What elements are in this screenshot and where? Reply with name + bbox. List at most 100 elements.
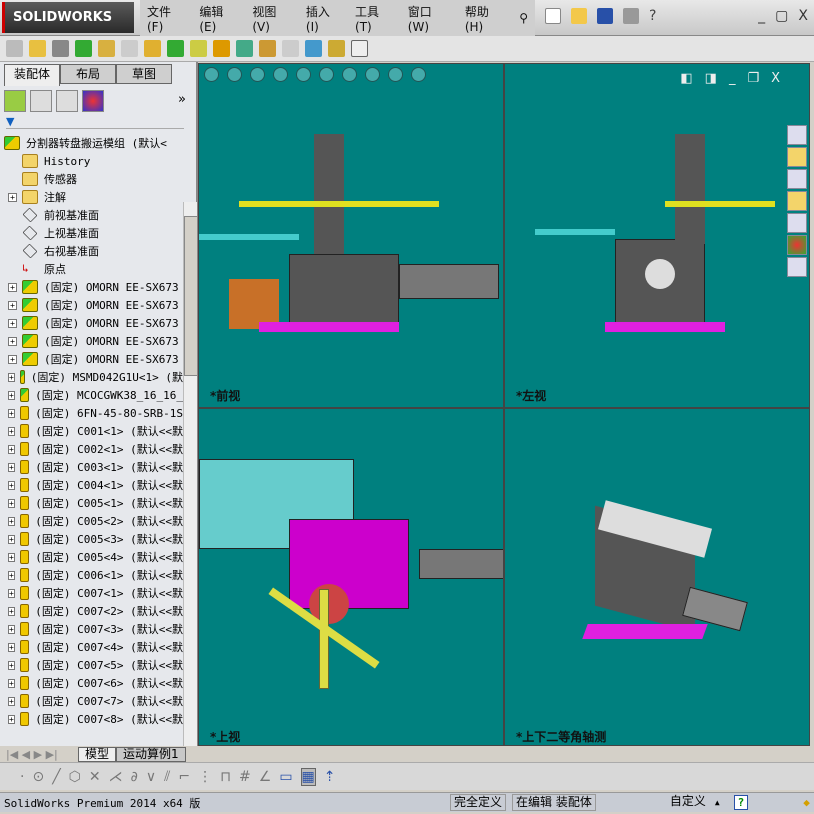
file-explorer-icon[interactable]: [787, 191, 807, 211]
home-icon[interactable]: [787, 147, 807, 167]
appearances-icon[interactable]: [787, 235, 807, 255]
trim-icon[interactable]: ✕: [89, 769, 101, 785]
configuration-manager-icon[interactable]: [56, 90, 78, 112]
help-icon[interactable]: ?: [733, 795, 749, 810]
tree-item[interactable]: + (固定) C004<1> (默认<<默: [0, 476, 183, 494]
view-palette-icon[interactable]: [787, 213, 807, 233]
previous-viewport-button[interactable]: ◧: [680, 71, 692, 86]
exploded-view-icon[interactable]: [259, 40, 276, 57]
expand-icon[interactable]: +: [8, 624, 15, 634]
show-hidden-icon[interactable]: [144, 40, 161, 57]
tree-item[interactable]: + (固定) C005<2> (默认<<默: [0, 512, 183, 530]
chamfer-icon[interactable]: ∨: [146, 769, 156, 785]
expand-icon[interactable]: +: [8, 588, 15, 598]
expand-icon[interactable]: +: [8, 660, 15, 670]
tree-item[interactable]: 分割器转盘搬运模组 (默认<: [0, 134, 183, 152]
tag-icon[interactable]: ◆: [803, 796, 810, 809]
next-viewport-button[interactable]: ◨: [705, 71, 717, 86]
new-document-icon[interactable]: [545, 8, 561, 24]
expand-icon[interactable]: +: [8, 390, 15, 400]
print-icon[interactable]: [623, 8, 639, 24]
expand-icon[interactable]: +: [8, 426, 15, 436]
tree-item[interactable]: 上视基准面: [0, 224, 183, 242]
smart-fasteners-icon[interactable]: [98, 40, 115, 57]
fillet-icon[interactable]: ∂: [131, 769, 138, 785]
restore-button[interactable]: ▢: [775, 8, 788, 24]
tree-item[interactable]: + (固定) MSMD042G1U<1> (默: [0, 368, 183, 386]
expand-icon[interactable]: +: [8, 498, 15, 508]
table-icon[interactable]: ▦: [300, 767, 316, 786]
tree-item[interactable]: + (固定) C005<3> (默认<<默: [0, 530, 183, 548]
tree-item[interactable]: + (固定) C007<3> (默认<<默: [0, 620, 183, 638]
save-icon[interactable]: [597, 8, 613, 24]
graphics-area[interactable]: ◧ ◨ _ ❐ X *前视 *左视 *上视 *上下二等角轴测: [198, 63, 810, 746]
window-icon[interactable]: ▭: [279, 769, 292, 785]
tree-item[interactable]: + (固定) C007<5> (默认<<默: [0, 656, 183, 674]
tree-item[interactable]: + (固定) OMORN EE-SX673: [0, 296, 183, 314]
zoom-to-fit-icon[interactable]: [204, 67, 219, 82]
unit-system-arrow[interactable]: ▲: [715, 798, 720, 807]
tab-model[interactable]: 模型: [78, 746, 117, 762]
tree-item[interactable]: + (固定) C002<1> (默认<<默: [0, 440, 183, 458]
dotted-line-icon[interactable]: ⋮: [198, 769, 212, 785]
tab-motion-study-1[interactable]: 运动算例1: [116, 746, 186, 762]
tree-item[interactable]: + (固定) MCOCGWK38_16_16_: [0, 386, 183, 404]
tab-sketch[interactable]: 草图: [116, 64, 172, 84]
expand-icon[interactable]: +: [8, 714, 15, 724]
tree-item[interactable]: 右视基准面: [0, 242, 183, 260]
filter-icon[interactable]: ▼: [6, 115, 184, 129]
expand-icon[interactable]: +: [8, 354, 17, 364]
expand-icon[interactable]: +: [8, 696, 15, 706]
solidworks-logo[interactable]: SOLIDWORKS: [2, 2, 134, 33]
previous-view-icon[interactable]: [250, 67, 265, 82]
menu-help[interactable]: 帮助(H): [458, 3, 512, 34]
menu-tools[interactable]: 工具(T): [348, 3, 401, 34]
apply-scene-icon[interactable]: [388, 67, 403, 82]
tree-item[interactable]: + (固定) C005<4> (默认<<默: [0, 548, 183, 566]
linear-pattern-icon[interactable]: [75, 40, 92, 57]
menu-view[interactable]: 视图(V): [245, 3, 299, 34]
tab-scroll-arrows[interactable]: |◀ ◀ ▶ ▶|: [0, 748, 78, 761]
circle-icon[interactable]: ⊙: [32, 769, 44, 785]
insert-component-icon[interactable]: [29, 40, 46, 57]
more-tabs-button[interactable]: »: [178, 92, 186, 107]
edit-appearance-icon[interactable]: [365, 67, 380, 82]
view-orientation-icon[interactable]: [296, 67, 311, 82]
minimize-viewport-button[interactable]: _: [729, 71, 736, 86]
move-component-icon[interactable]: [121, 40, 138, 57]
custom-properties-icon[interactable]: [787, 257, 807, 277]
line-icon[interactable]: ╱: [52, 769, 60, 785]
unit-system[interactable]: 自定义: [604, 794, 709, 811]
tree-item[interactable]: History: [0, 152, 183, 170]
viewport-isometric[interactable]: [504, 408, 810, 746]
scroll-thumb[interactable]: [184, 216, 198, 376]
tab-assembly[interactable]: 装配体: [4, 64, 60, 86]
extend-icon[interactable]: ⋌: [109, 769, 123, 785]
tree-item[interactable]: + (固定) 6FN-45-80-SRB-1S: [0, 404, 183, 422]
expand-icon[interactable]: +: [8, 372, 15, 382]
help-icon[interactable]: ?: [649, 8, 665, 24]
expand-icon[interactable]: +: [8, 336, 17, 346]
update-speedpak-icon[interactable]: [328, 40, 345, 57]
polygon-icon[interactable]: ⬡: [69, 769, 81, 785]
tree-item[interactable]: + (固定) C007<7> (默认<<默: [0, 692, 183, 710]
minimize-button[interactable]: _: [758, 8, 765, 24]
tree-item[interactable]: 传感器: [0, 170, 183, 188]
explode-line-icon[interactable]: [282, 40, 299, 57]
restore-viewport-button[interactable]: ❐: [747, 71, 759, 86]
feature-manager-icon[interactable]: [4, 90, 26, 112]
snapshot-icon[interactable]: [351, 40, 368, 57]
expand-icon[interactable]: +: [8, 552, 15, 562]
zoom-to-area-icon[interactable]: [227, 67, 242, 82]
tree-item[interactable]: + (固定) OMORN EE-SX673: [0, 314, 183, 332]
tree-item[interactable]: + (固定) OMORN EE-SX673: [0, 350, 183, 368]
tree-item[interactable]: + 注解: [0, 188, 183, 206]
expand-icon[interactable]: +: [8, 192, 17, 202]
tree-item[interactable]: + (固定) C007<1> (默认<<默: [0, 584, 183, 602]
view-settings-icon[interactable]: [411, 67, 426, 82]
expand-icon[interactable]: +: [8, 408, 15, 418]
viewport-front[interactable]: [198, 63, 504, 408]
expand-icon[interactable]: +: [8, 516, 15, 526]
edit-component-icon[interactable]: [6, 40, 23, 57]
coordinate-icon[interactable]: ⇡: [324, 769, 336, 785]
